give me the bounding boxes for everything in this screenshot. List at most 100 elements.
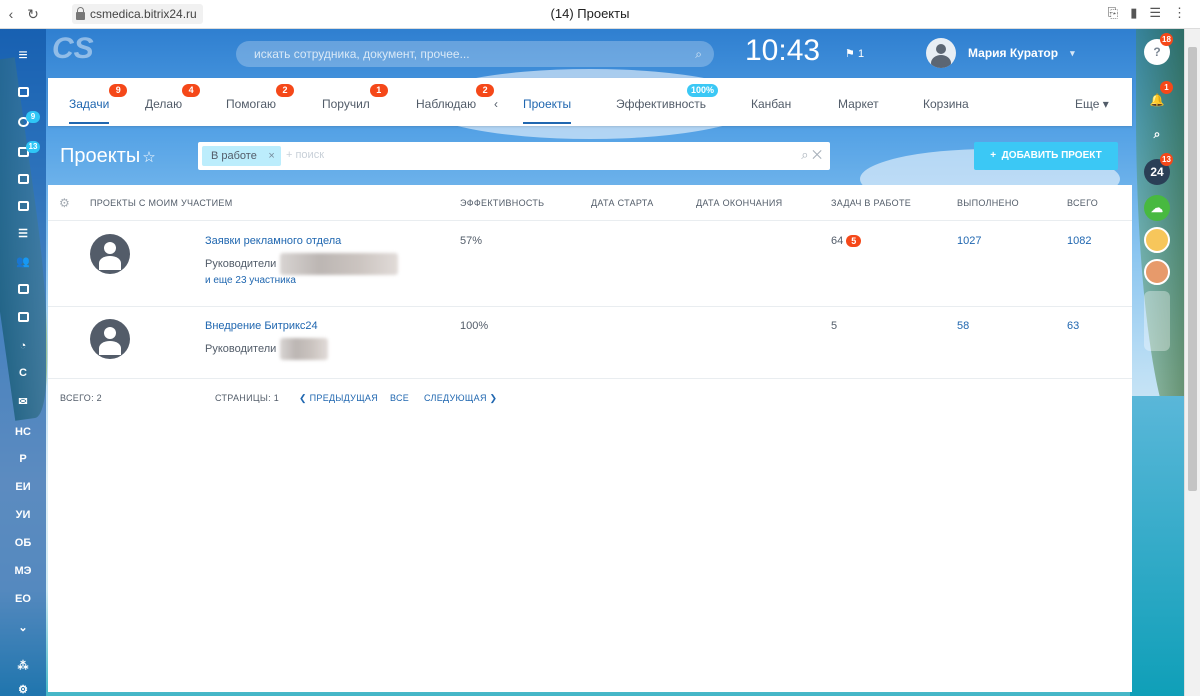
all-pages-link[interactable]: ВСЕ bbox=[390, 393, 409, 403]
contact-list-blurred bbox=[1144, 291, 1170, 351]
star-icon[interactable]: ☆ bbox=[142, 149, 155, 166]
sidebar-sitemap-icon[interactable]: ⁂ bbox=[0, 659, 46, 672]
prev-page-link[interactable]: ❮ ПРЕДЫДУЩАЯ bbox=[299, 393, 378, 404]
sidebar-settings-icon[interactable]: ⚙ bbox=[0, 683, 46, 696]
tab-count-badge: 9 bbox=[109, 84, 128, 97]
project-leaders: Руководители bbox=[205, 338, 329, 360]
project-name-link[interactable]: Заявки рекламного отдела bbox=[205, 235, 341, 247]
notifications-bell-icon[interactable]: 🔔 1 bbox=[1144, 81, 1173, 113]
filter-lines-icon: ☰ bbox=[18, 228, 28, 240]
project-avatar[interactable] bbox=[90, 234, 130, 274]
total-cell[interactable]: 63 bbox=[1067, 320, 1079, 332]
sidebar-item-employees[interactable]: 👥 bbox=[0, 255, 46, 268]
page-title: Проекты ☆ bbox=[60, 145, 156, 168]
sidebar-item-feed[interactable] bbox=[0, 87, 46, 100]
search-icon[interactable]: ⌕ bbox=[801, 147, 808, 162]
sidebar-item-mail[interactable]: ✉ bbox=[0, 395, 46, 408]
sidebar-group-6[interactable]: ОБ bbox=[0, 537, 46, 549]
menu-burger-icon[interactable]: ≡ bbox=[0, 47, 46, 65]
sidebar-group-8[interactable]: ЕО bbox=[0, 593, 46, 605]
sidebar-item-processes[interactable] bbox=[0, 312, 46, 325]
tab-projects[interactable]: Проекты bbox=[523, 97, 572, 124]
tab-kanban[interactable]: Канбан bbox=[751, 97, 791, 111]
sidebar-group-2[interactable]: НС bbox=[0, 426, 46, 438]
company-logo[interactable]: CS bbox=[52, 32, 100, 72]
tasks-overdue-badge: 5 bbox=[846, 235, 862, 247]
col-header-end[interactable]: ДАТА ОКОНЧАНИЯ bbox=[696, 198, 782, 208]
tab-tasks[interactable]: Задачи 9 bbox=[69, 84, 128, 124]
project-members-more[interactable]: и еще 23 участника bbox=[205, 275, 296, 286]
col-header-start[interactable]: ДАТА СТАРТА bbox=[591, 198, 654, 208]
sidebar-item-calendar[interactable] bbox=[0, 201, 46, 214]
translate-icon[interactable]: ⎘ bbox=[1108, 5, 1118, 21]
tab-helping[interactable]: Помогаю 2 bbox=[226, 84, 295, 111]
scrollbar-thumb[interactable] bbox=[1188, 47, 1197, 491]
tab-doing[interactable]: Делаю 4 bbox=[145, 84, 201, 111]
b24-messenger-icon[interactable]: 24 13 bbox=[1144, 153, 1173, 185]
contact-avatar-1[interactable] bbox=[1144, 227, 1170, 253]
left-sidebar: ≡ 9 13 ☰ 👥 ◔ С ✉ НС Р ЕИ УИ ОБ МЭ ЕО ⌄ ⁂… bbox=[0, 29, 46, 696]
contact-avatar-2[interactable] bbox=[1144, 259, 1170, 285]
flag-counter[interactable]: ⚑ 1 bbox=[845, 47, 864, 60]
bookmark-icon[interactable]: ▮ bbox=[1130, 5, 1137, 21]
clock[interactable]: 10:43 bbox=[745, 34, 820, 68]
cloud-icon[interactable]: ☁ bbox=[1144, 195, 1170, 221]
tab-market[interactable]: Маркет bbox=[838, 97, 879, 111]
filter-tag-label: В работе bbox=[211, 150, 257, 162]
col-header-projects[interactable]: ПРОЕКТЫ С МОИМ УЧАСТИЕМ bbox=[90, 198, 233, 208]
tab-label: Делаю bbox=[145, 97, 183, 111]
sidebar-group-5[interactable]: УИ bbox=[0, 509, 46, 521]
sidebar-item-filter[interactable]: ☰ bbox=[0, 227, 46, 240]
search-icon-right[interactable]: ⌕ bbox=[1144, 121, 1170, 147]
sidebar-item-time[interactable]: ◔ bbox=[0, 340, 46, 352]
sidebar-group-3[interactable]: Р bbox=[0, 453, 46, 465]
project-leaders: Руководители bbox=[205, 253, 399, 275]
sidebar-item-drive[interactable] bbox=[0, 174, 46, 187]
add-project-button[interactable]: + ДОБАВИТЬ ПРОЕКТ bbox=[974, 142, 1118, 170]
total-count: ВСЕГО: 2 bbox=[60, 393, 102, 403]
tasks-cell[interactable]: 64 5 bbox=[831, 235, 862, 247]
user-menu[interactable]: Мария Куратор ▾ bbox=[926, 38, 1075, 68]
browser-page-title: (14) Проекты bbox=[550, 6, 630, 21]
chat-count-badge: 13 bbox=[26, 141, 40, 153]
sidebar-group-4[interactable]: ЕИ bbox=[0, 481, 46, 493]
page-scrollbar[interactable] bbox=[1184, 29, 1200, 696]
chevron-left-icon[interactable]: ‹ bbox=[494, 97, 498, 111]
tab-label: Корзина bbox=[923, 97, 969, 111]
sidebar-item-chat[interactable]: 13 bbox=[0, 141, 46, 160]
col-header-done[interactable]: ВЫПОЛНЕНО bbox=[957, 198, 1019, 208]
tab-trash[interactable]: Корзина bbox=[923, 97, 969, 111]
col-header-efficiency[interactable]: ЭФФЕКТИВНОСТЬ bbox=[460, 198, 544, 208]
sidebar-item-tasks[interactable]: 9 bbox=[0, 111, 46, 130]
menu-icon[interactable]: ⋮ bbox=[1173, 5, 1186, 21]
global-search-input[interactable]: искать сотрудника, документ, прочее... ⌕ bbox=[236, 41, 714, 67]
tab-watching[interactable]: Наблюдаю 2 bbox=[416, 84, 495, 111]
project-avatar[interactable] bbox=[90, 319, 130, 359]
efficiency-cell: 57% bbox=[460, 235, 483, 247]
total-cell[interactable]: 1082 bbox=[1067, 235, 1091, 247]
sidebar-item-contacts[interactable] bbox=[0, 284, 46, 297]
done-cell[interactable]: 1027 bbox=[957, 235, 981, 247]
clear-icon[interactable]: ✕ bbox=[812, 147, 822, 162]
remove-tag-icon[interactable]: × bbox=[268, 146, 274, 166]
sidebar-group-7[interactable]: МЭ bbox=[0, 565, 46, 577]
sidebar-group-1[interactable]: С bbox=[0, 367, 46, 379]
sidebar-more-icon[interactable]: ⌄ bbox=[0, 621, 46, 634]
tab-label: Эффективность bbox=[616, 97, 707, 111]
leaders-avatars-blurred bbox=[280, 338, 329, 360]
col-header-tasks[interactable]: ЗАДАЧ В РАБОТЕ bbox=[831, 198, 911, 208]
help-icon[interactable]: ? 18 bbox=[1144, 33, 1173, 65]
col-header-total[interactable]: ВСЕГО bbox=[1067, 198, 1098, 208]
search-icon[interactable]: ⌕ bbox=[695, 47, 702, 62]
filter-search-box[interactable]: В работе × + поиск ⌕ ✕ bbox=[198, 142, 830, 170]
project-name-link[interactable]: Внедрение Битрикс24 bbox=[205, 320, 318, 332]
done-cell[interactable]: 58 bbox=[957, 320, 969, 332]
tasks-cell[interactable]: 5 bbox=[831, 320, 837, 332]
tab-efficiency[interactable]: Эффективность 100% bbox=[616, 84, 719, 111]
gear-icon[interactable]: ⚙ bbox=[59, 196, 70, 210]
downloads-icon[interactable]: ☰ bbox=[1149, 5, 1161, 21]
next-page-link[interactable]: СЛЕДУЮЩАЯ ❯ bbox=[424, 393, 497, 404]
tab-more[interactable]: Еще ▾ bbox=[1075, 97, 1109, 111]
tab-assigned[interactable]: Поручил 1 bbox=[322, 84, 388, 111]
filter-tag[interactable]: В работе × bbox=[202, 146, 281, 166]
